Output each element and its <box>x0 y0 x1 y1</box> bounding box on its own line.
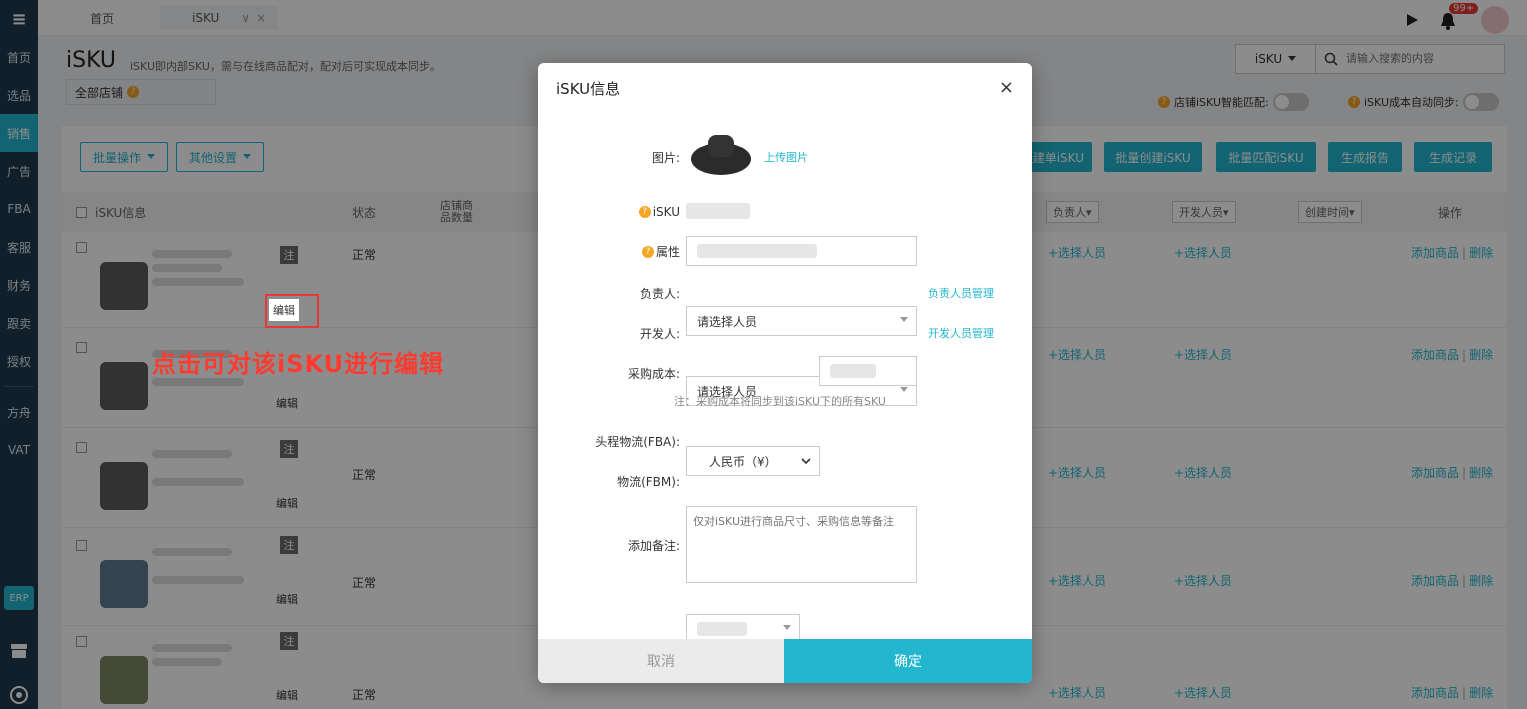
upload-image-link[interactable]: 上传图片 <box>764 149 808 165</box>
owner-label: 负责人: <box>639 287 680 301</box>
developer-label: 开发人: <box>639 327 680 341</box>
question-icon[interactable]: ? <box>638 206 651 218</box>
caret-down-icon <box>900 387 908 392</box>
highlighted-edit-button[interactable]: 编辑 <box>269 299 299 321</box>
remark-label: 添加备注: <box>627 539 680 553</box>
isku-field-label: ? iSKU <box>638 205 680 219</box>
question-icon[interactable]: ? <box>641 245 654 258</box>
isku-info-dialog: iSKU信息 × 图片: 上传图片 ? iSKU ? 属性 负责人: 请选择人员… <box>538 63 1032 683</box>
annotation-caption: 点击可对该iSKU进行编辑 <box>152 350 445 378</box>
owner-select[interactable]: 请选择人员 <box>686 306 917 336</box>
confirm-button[interactable]: 确定 <box>784 639 1032 683</box>
attribute-value <box>697 244 817 258</box>
cost-value <box>830 364 876 378</box>
fbm-label: 物流(FBM): <box>617 475 680 489</box>
caret-down-icon <box>783 625 791 630</box>
product-image <box>688 127 754 183</box>
attr-label-text: 属性 <box>655 245 680 259</box>
owner-select-value: 请选择人员 <box>697 314 758 329</box>
chevron-down-icon <box>801 458 811 465</box>
dialog-body: 图片: 上传图片 ? iSKU ? 属性 负责人: 请选择人员 负责人员管理 开… <box>538 113 1032 644</box>
dialog-header: iSKU信息 × <box>538 63 1032 113</box>
close-icon[interactable]: × <box>999 77 1014 98</box>
attribute-input[interactable] <box>686 236 917 266</box>
isku-label-text: iSKU <box>652 205 680 219</box>
isku-value <box>686 203 750 219</box>
caret-down-icon <box>900 317 908 322</box>
dialog-title: iSKU信息 <box>556 79 621 98</box>
fba-label: 头程物流(FBA): <box>595 435 680 449</box>
currency-select[interactable]: 人民币（¥） <box>686 446 820 476</box>
dialog-footer: 取消 确定 <box>538 639 1032 683</box>
cost-input[interactable] <box>819 356 917 386</box>
attr-field-label: ? 属性 <box>641 243 680 260</box>
cost-note: 注：采购成本将同步到该iSKU下的所有SKU <box>674 395 886 408</box>
cost-label: 采购成本: <box>627 367 680 381</box>
fbm-value <box>697 622 747 636</box>
currency-value: 人民币（¥） <box>709 454 777 469</box>
cancel-button[interactable]: 取消 <box>538 639 784 683</box>
developer-manage-link[interactable]: 开发人员管理 <box>928 325 994 341</box>
image-label: 图片: <box>651 151 680 165</box>
remark-textarea[interactable] <box>686 506 917 583</box>
owner-manage-link[interactable]: 负责人员管理 <box>928 285 994 301</box>
